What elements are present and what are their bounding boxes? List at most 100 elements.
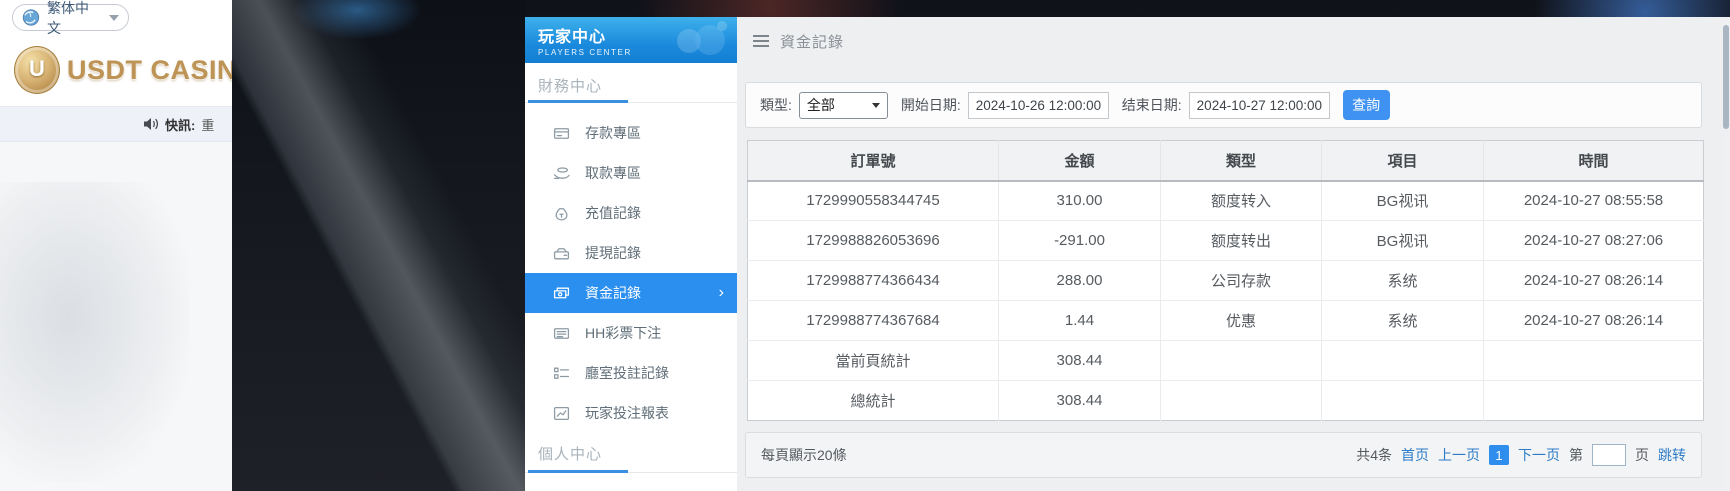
current-page-badge[interactable]: 1 <box>1489 445 1509 465</box>
table-body: 1729990558344745 310.00 额度转入 BG视讯 2024-10-27… <box>747 180 1704 421</box>
table-cell: 1729988774366434 <box>747 260 999 301</box>
table-cell: 额度转出 <box>1160 220 1322 261</box>
page-title: 資金記錄 <box>780 33 845 51</box>
table-cell: BG视讯 <box>1321 180 1484 221</box>
sidebar-menu: 存款專區 取款專區 充值記錄 提現記錄資金記錄 › HH彩票下注廳室投註記錄玩家投注報表 <box>525 113 737 433</box>
sidebar-item-withdraw-record[interactable]: 提現記錄 <box>525 233 737 273</box>
sidebar-item-funds-record[interactable]: 資金記錄 › <box>525 273 737 313</box>
table-cell <box>1484 381 1704 421</box>
game-controller-icon <box>677 21 729 59</box>
coin-letter: U <box>29 55 45 81</box>
content-header: 資金記錄 <box>753 25 844 57</box>
table-row: 1729988774366434 288.00 公司存款 系统 2024-10-27 0… <box>747 260 1704 301</box>
table-cell: 2024-10-27 08:26:14 <box>1483 260 1704 301</box>
table-row: 當前頁統計 308.44 <box>747 340 1704 381</box>
sidebar-item-room-bet-record[interactable]: 廳室投註記錄 <box>525 353 737 393</box>
page-scrollbar[interactable] <box>1722 17 1730 491</box>
table-cell <box>1160 340 1322 381</box>
withdraw-hand-icon <box>552 164 570 182</box>
type-select-value: 全部 <box>806 97 835 113</box>
end-date-input[interactable] <box>1188 91 1330 119</box>
language-selector[interactable]: 繁体中文 <box>12 0 129 36</box>
sidebar-item-deposit-zone[interactable]: 存款專區 <box>525 113 737 153</box>
sidebar-item-label: 資金記錄 <box>585 285 641 301</box>
sidebar-item-withdraw-zone[interactable]: 取款專區 <box>525 153 737 193</box>
hero-light-streak <box>232 0 525 491</box>
hero-background <box>232 0 525 491</box>
ticket-list-icon <box>552 324 570 342</box>
language-label: 繁体中文 <box>46 0 89 36</box>
table-cell: 288.00 <box>998 260 1161 301</box>
section-label-personal: 個人中心 <box>538 446 603 463</box>
column-header: 訂單號 <box>747 140 999 182</box>
type-filter-label: 類型: <box>760 97 792 113</box>
table-cell: 308.44 <box>998 380 1161 421</box>
table-cell: -291.00 <box>998 220 1161 261</box>
player-center-panel: 玩家中心 PLAYERS CENTER 財務中心 存款專區 取款專區 充值記錄 提現記… <box>525 17 1722 491</box>
table-row: 1729990558344745 310.00 额度转入 BG视讯 2024-10-27… <box>747 180 1704 221</box>
globe-icon <box>22 9 40 26</box>
column-header: 類型 <box>1160 140 1322 182</box>
logo-text: USDT CASINO <box>67 54 232 85</box>
speaker-icon <box>144 118 159 130</box>
next-page-link[interactable]: 下一页 <box>1518 445 1560 465</box>
hamburger-icon[interactable] <box>753 35 769 47</box>
start-date-label: 開始日期: <box>900 97 961 113</box>
jump-page-input[interactable] <box>1592 444 1626 466</box>
table-cell: 额度转入 <box>1160 180 1322 221</box>
start-date-input[interactable] <box>967 91 1109 119</box>
table-cell <box>1160 380 1322 421</box>
banknotes-icon <box>552 284 570 302</box>
table-cell: 310.00 <box>998 180 1161 221</box>
table-cell <box>1321 340 1484 381</box>
sidebar-item-lottery-bet[interactable]: HH彩票下注 <box>525 313 737 353</box>
table-row: 1729988774367684 1.44 优惠 系统 2024-10-27 08:26… <box>747 300 1704 341</box>
sidebar: 玩家中心 PLAYERS CENTER 財務中心 存款專區 取款專區 充值記錄 提現記… <box>525 17 737 491</box>
chevron-right-icon: › <box>718 284 724 301</box>
table-cell: 优惠 <box>1160 300 1322 341</box>
table-row: 1729988826053696 -291.00 额度转出 BG视讯 2024-10-2… <box>747 220 1704 261</box>
table-cell: 系统 <box>1321 260 1484 301</box>
site-left-panel: 繁体中文 U USDT CASINO 快訊: 重 <box>0 0 232 491</box>
table-header-row: 訂單號 金額 類型 項目 時間 <box>747 140 1704 182</box>
sidebar-item-player-bet-report[interactable]: 玩家投注報表 <box>525 393 737 433</box>
ticker-label: 快訊: <box>165 117 196 133</box>
jump-button[interactable]: 跳转 <box>1658 445 1686 465</box>
sidebar-item-label: 玩家投注報表 <box>585 405 669 421</box>
table-cell: 1729988826053696 <box>747 220 999 261</box>
first-page-link[interactable]: 首页 <box>1401 445 1429 465</box>
site-logo[interactable]: U USDT CASINO <box>14 46 232 94</box>
scrollbar-thumb[interactable] <box>1723 25 1729 129</box>
sidebar-item-label: HH彩票下注 <box>585 325 662 341</box>
end-date-label: 结束日期: <box>1121 97 1182 113</box>
report-chart-icon <box>552 404 570 422</box>
table-cell: 1729990558344745 <box>747 180 999 221</box>
table-cell: 2024-10-27 08:27:06 <box>1483 220 1704 261</box>
table-row: 總統計 308.44 <box>747 380 1704 421</box>
pagination-controls: 共4条 首页 上一页 1 下一页 第 页 跳转 <box>1356 444 1686 466</box>
purse-icon <box>552 244 570 262</box>
caret-down-icon <box>109 14 119 21</box>
search-button[interactable]: 查詢 <box>1342 90 1390 120</box>
prev-page-link[interactable]: 上一页 <box>1438 445 1480 465</box>
panel-watermark <box>0 142 232 491</box>
funds-record-table: 訂單號 金額 類型 項目 時間 1729990558344745 310.00 额度转入 BG… <box>747 140 1704 421</box>
table-cell: 總統計 <box>747 380 999 421</box>
column-header: 金額 <box>998 140 1161 182</box>
filter-bar: 類型: 全部 開始日期: 结束日期: 查詢 <box>745 82 1702 128</box>
sidebar-item-recharge-record[interactable]: 充值記錄 <box>525 193 737 233</box>
table-cell <box>1321 380 1484 421</box>
jump-suffix-label: 页 <box>1635 447 1649 463</box>
deposit-card-icon <box>552 124 570 142</box>
table-cell <box>1483 340 1704 381</box>
table-cell: 系统 <box>1321 300 1484 341</box>
column-header: 時間 <box>1483 140 1704 182</box>
sidebar-header: 玩家中心 PLAYERS CENTER <box>525 17 737 63</box>
table-cell: 2024-10-27 08:26:14 <box>1483 300 1704 341</box>
section-underline <box>525 470 737 474</box>
table-cell: 1729988774367684 <box>747 300 999 341</box>
news-ticker: 快訊: 重 <box>0 106 232 142</box>
table-cell: 308.44 <box>998 340 1161 381</box>
table-cell: 2024-10-27 08:55:58 <box>1483 180 1704 221</box>
type-select[interactable]: 全部 <box>798 91 888 119</box>
